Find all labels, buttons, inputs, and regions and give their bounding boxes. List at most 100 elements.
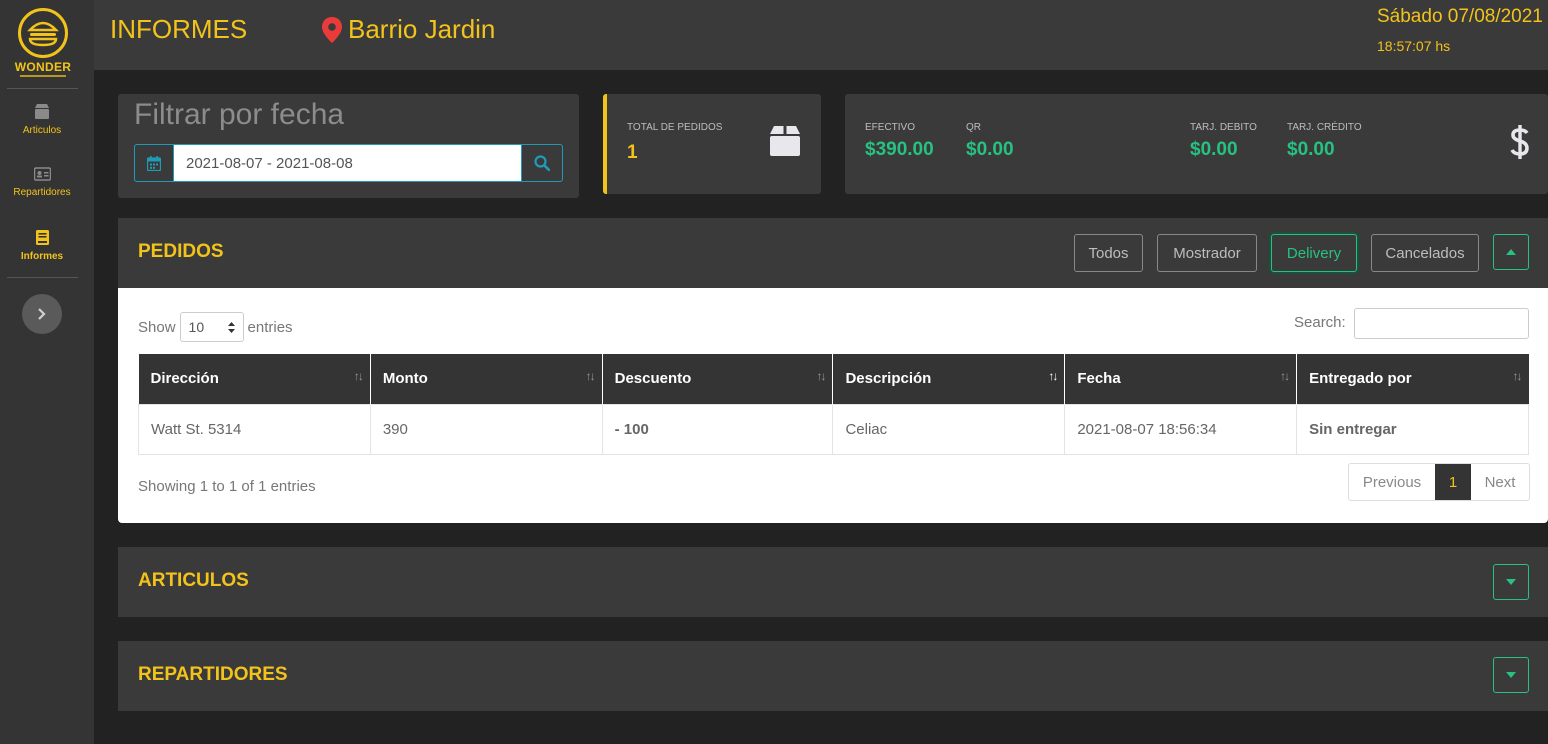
entries-length-control: Show 10 entries [138,312,293,342]
pagination-previous-button[interactable]: Previous [1349,464,1435,500]
payments-card: EFECTIVO $390.00 QR $0.00 TARJ. DEBITO $… [845,94,1548,194]
sidebar: WONDER Articulos Repartidores Informes [0,0,94,744]
pagination-page-button[interactable]: 1 [1435,464,1471,500]
sidebar-divider [7,88,78,89]
column-header-monto[interactable]: Monto ↑↓ [370,354,603,404]
search-label: Search: [1294,314,1346,331]
chevron-right-icon [38,308,46,320]
cell-monto: 390 [369,403,603,455]
table-row[interactable]: Watt St. 5314 390 - 100 Celiac 2021-08-0… [138,403,1529,455]
caret-up-icon [1506,249,1516,255]
sidebar-item-label: Repartidores [13,187,71,198]
repartidores-panel: REPARTIDORES [118,641,1548,711]
filter-todos-button[interactable]: Todos [1074,234,1143,272]
payment-label: TARJ. CRÉDITO [1287,122,1362,133]
table-header-row: Dirección ↑↓ Monto ↑↓ Descuento ↑↓ Descripc… [138,354,1529,404]
payment-qr: QR $0.00 [966,122,1014,161]
sort-icon: ↑↓ [816,369,826,383]
pedidos-title: PEDIDOS [138,241,224,262]
filter-title: Filtrar por fecha [134,98,345,131]
total-orders-value: 1 [627,142,638,163]
filter-mostrador-button[interactable]: Mostrador [1157,234,1257,272]
payment-label: TARJ. DEBITO [1190,122,1257,133]
calendar-icon [147,155,161,171]
show-label: Show [138,318,176,336]
column-header-direccion[interactable]: Dirección ↑↓ [138,354,371,404]
pedidos-table-container: Show 10 entries Search: Dirección ↑↓ Mont… [118,288,1548,523]
sidebar-item-informes[interactable]: Informes [0,230,84,262]
payment-value: $0.00 [966,139,1014,160]
cell-descuento: - 100 [601,403,834,455]
column-header-descripcion[interactable]: Descripción ↑↓ [832,354,1066,404]
payment-debit: TARJ. DEBITO $0.00 [1190,122,1257,161]
payment-label: QR [966,122,981,133]
location: Barrio Jardin [322,14,495,45]
articulos-title: ARTICULOS [138,570,249,591]
page-title: INFORMES [110,14,248,44]
cell-direccion: Watt St. 5314 [138,403,371,455]
search-icon [534,155,550,171]
payment-credit: TARJ. CRÉDITO $0.00 [1287,122,1362,161]
entries-label: entries [247,318,293,336]
table-info: Showing 1 to 1 of 1 entries [138,478,316,495]
sidebar-item-repartidores[interactable]: Repartidores [0,167,84,198]
top-header: INFORMES Barrio Jardin Sábado 07/08/2021… [94,0,1548,70]
total-orders-label: TOTAL DE PEDIDOS [627,122,723,133]
pedidos-panel-header: PEDIDOS Todos Mostrador Delivery Cancela… [118,218,1548,288]
pagination: Previous 1 Next [1348,463,1530,501]
date-filter-card: Filtrar por fecha 2021-08-07 - 2021-08-0… [118,94,579,198]
repartidores-expand-button[interactable] [1493,657,1529,693]
payment-value: $390.00 [865,139,934,160]
search-button[interactable] [521,144,563,182]
sidebar-item-articulos[interactable]: Articulos [0,104,84,136]
date-range-input[interactable]: 2021-08-07 - 2021-08-08 [174,144,521,182]
sort-icon: ↑↓ [585,369,596,383]
column-header-descuento[interactable]: Descuento ↑↓ [602,354,834,404]
dollar-icon [1510,125,1529,159]
box-icon [35,104,49,119]
cell-descripcion: Celiac [832,403,1066,455]
location-name: Barrio Jardin [348,14,496,44]
payment-label: EFECTIVO [865,122,916,133]
payment-value: $0.00 [1190,139,1238,160]
sidebar-toggle-button[interactable] [22,294,62,334]
date-range-group: 2021-08-07 - 2021-08-08 [134,144,563,182]
page-size-select[interactable]: 10 [179,312,244,342]
brand-underline [20,75,66,77]
brand-logo[interactable]: WONDER [8,8,78,80]
brand-name: WONDER [14,60,72,74]
sort-icon: ↑↓ [1280,369,1290,383]
select-arrows-icon [227,321,235,333]
book-icon [35,230,49,245]
burger-icon [18,8,68,58]
sort-icon: ↑↓ [353,369,364,383]
pedidos-collapse-button[interactable] [1493,234,1529,270]
pagination-next-button[interactable]: Next [1471,464,1529,500]
sidebar-item-label: Articulos [22,125,62,136]
current-date: Sábado 07/08/2021 [1377,6,1543,27]
cell-fecha: 2021-08-07 18:56:34 [1064,403,1298,455]
payment-value: $0.00 [1287,139,1335,160]
articulos-expand-button[interactable] [1493,564,1529,600]
caret-down-icon [1506,579,1516,585]
total-orders-card: TOTAL DE PEDIDOS 1 [603,94,821,194]
column-header-entregado-por[interactable]: Entregado por ↑↓ [1296,354,1529,404]
sort-desc-icon: ↑↓ [1048,369,1058,383]
filter-cancelados-button[interactable]: Cancelados [1371,234,1479,272]
repartidores-title: REPARTIDORES [138,664,288,685]
sort-icon: ↑↓ [1512,369,1523,383]
sidebar-item-label: Informes [20,251,64,262]
cell-entregado-por: Sin entregar [1296,403,1529,455]
filter-delivery-button[interactable]: Delivery [1271,234,1357,272]
calendar-button[interactable] [134,144,174,182]
table-search-input[interactable] [1354,308,1529,339]
box-icon [770,126,800,156]
id-card-icon [33,167,51,181]
map-pin-icon [322,16,342,43]
payment-cash: EFECTIVO $390.00 [865,122,934,161]
page-size-value: 10 [188,319,205,335]
current-time: 18:57:07 hs [1377,38,1451,54]
caret-down-icon [1506,672,1516,678]
pedidos-table: Dirección ↑↓ Monto ↑↓ Descuento ↑↓ Descripc… [138,354,1529,455]
column-header-fecha[interactable]: Fecha ↑↓ [1064,354,1298,404]
